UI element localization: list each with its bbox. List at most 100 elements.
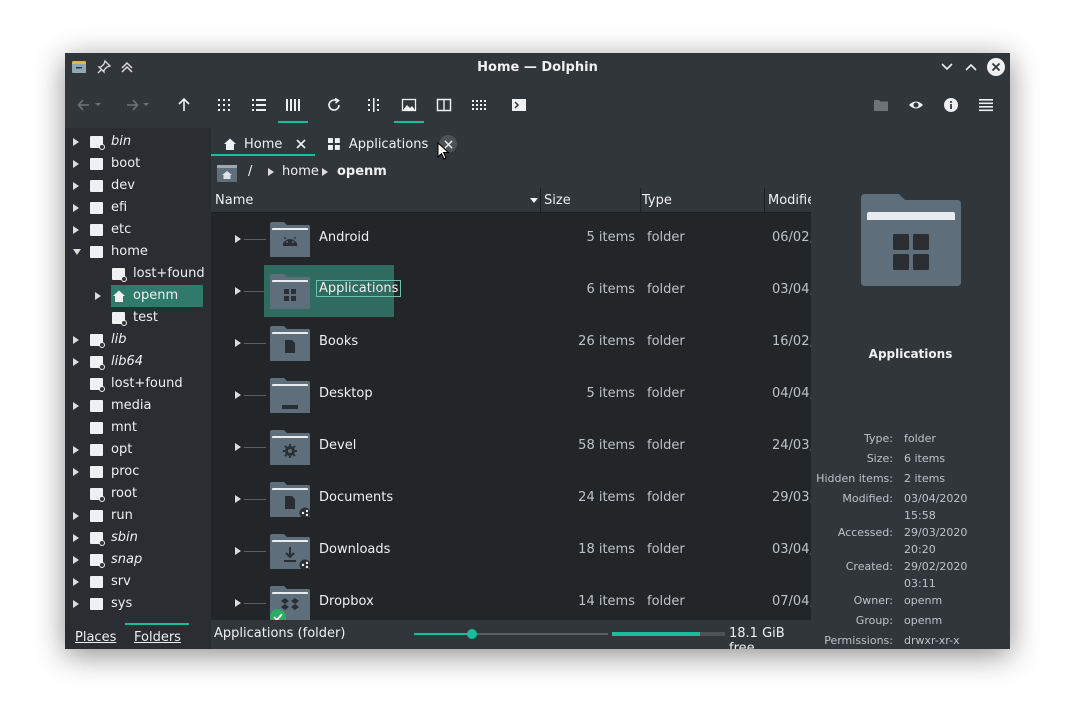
column-separator[interactable]	[640, 188, 641, 212]
folders-tab[interactable]: Folders	[134, 630, 181, 645]
column-type[interactable]: Type	[642, 193, 672, 208]
expand-arrow-icon[interactable]	[73, 226, 79, 234]
sort-descending-icon[interactable]	[530, 198, 538, 203]
columns-button[interactable]	[361, 92, 387, 118]
close-tab-icon[interactable]	[296, 139, 306, 149]
expand-arrow-icon[interactable]	[73, 534, 79, 542]
tree-item-sys[interactable]: sys	[65, 593, 211, 615]
file-type: folder	[647, 490, 685, 505]
expand-arrow-icon[interactable]	[73, 336, 79, 344]
expand-arrow-icon[interactable]	[73, 578, 79, 586]
column-name[interactable]: Name	[215, 193, 253, 208]
expand-arrow-icon[interactable]	[73, 182, 79, 190]
expand-arrow-icon[interactable]	[73, 556, 79, 564]
tree-item-etc[interactable]: etc	[65, 219, 211, 241]
expand-arrow-icon[interactable]	[73, 446, 79, 454]
tree-item-bin[interactable]: bin	[65, 131, 211, 153]
file-row-android[interactable]: Android 5 items folder 06/02,	[211, 213, 811, 265]
preview-button[interactable]	[394, 92, 424, 123]
tree-item-lost-found[interactable]: lost+found	[65, 373, 211, 395]
folder-link-icon	[90, 488, 105, 502]
close-window-icon[interactable]	[986, 57, 1006, 77]
tab-applications[interactable]: Applications	[317, 132, 457, 156]
tree-item-test[interactable]: test	[65, 307, 211, 329]
file-row-desktop[interactable]: Desktop 5 items folder 04/04,	[211, 369, 811, 421]
file-type: folder	[647, 438, 685, 453]
column-separator[interactable]	[540, 188, 541, 212]
expand-arrow-icon[interactable]	[235, 235, 241, 243]
tree-item-opt[interactable]: opt	[65, 439, 211, 461]
tree-item-lib[interactable]: lib	[65, 329, 211, 351]
file-row-devel[interactable]: Devel 58 items folder 24/03,	[211, 421, 811, 473]
zoom-slider[interactable]	[414, 629, 608, 639]
expand-arrow-icon[interactable]	[235, 599, 241, 607]
expand-arrow-icon[interactable]	[235, 443, 241, 451]
tree-item-lost-found[interactable]: lost+found	[65, 263, 211, 285]
tree-item-mnt[interactable]: mnt	[65, 417, 211, 439]
back-button[interactable]	[77, 92, 103, 118]
expand-arrow-icon[interactable]	[73, 600, 79, 608]
tree-item-srv[interactable]: srv	[65, 571, 211, 593]
zoom-slider-handle[interactable]	[467, 629, 477, 639]
terminal-button[interactable]	[506, 92, 532, 118]
forward-button[interactable]	[125, 92, 151, 118]
split-view-button[interactable]	[431, 92, 457, 118]
collapse-arrow-icon[interactable]	[73, 249, 81, 255]
expand-arrow-icon[interactable]	[73, 468, 79, 476]
tree-item-openm[interactable]: openm	[95, 285, 203, 307]
breadcrumb-home[interactable]: home	[282, 164, 319, 179]
tree-item-boot[interactable]: boot	[65, 153, 211, 175]
icons-view-button[interactable]	[211, 92, 237, 118]
file-row-dropbox[interactable]: Dropbox 14 items folder 07/04,	[211, 577, 811, 620]
tree-item-media[interactable]: media	[65, 395, 211, 417]
breadcrumb-separator-icon[interactable]	[322, 168, 328, 176]
tree-item-lib64[interactable]: lib64	[65, 351, 211, 373]
up-button[interactable]	[171, 92, 197, 118]
expand-arrow-icon[interactable]	[235, 391, 241, 399]
show-hidden-button[interactable]	[903, 92, 929, 118]
tree-item-sbin[interactable]: sbin	[65, 527, 211, 549]
expand-arrow-icon[interactable]	[73, 402, 79, 410]
expand-arrow-icon[interactable]	[73, 204, 79, 212]
details-view-button[interactable]	[278, 92, 308, 123]
tree-item-run[interactable]: run	[65, 505, 211, 527]
breadcrumb-root[interactable]: /	[248, 164, 252, 179]
maximize-icon[interactable]	[963, 59, 979, 75]
breadcrumb-separator-icon[interactable]	[268, 168, 274, 176]
expand-arrow-icon[interactable]	[73, 138, 79, 146]
minimize-icon[interactable]	[939, 59, 955, 75]
expand-arrow-icon[interactable]	[73, 512, 79, 520]
reload-button[interactable]	[321, 92, 347, 118]
file-row-books[interactable]: Books 26 items folder 16/02,	[211, 317, 811, 369]
places-tab[interactable]: Places	[75, 630, 116, 645]
tree-item-proc[interactable]: proc	[65, 461, 211, 483]
info-button[interactable]	[938, 92, 964, 118]
column-size[interactable]: Size	[544, 193, 571, 208]
file-modified: 04/04,	[772, 386, 811, 401]
expand-arrow-icon[interactable]	[73, 358, 79, 366]
tree-item-label: sbin	[111, 530, 138, 545]
file-row-documents[interactable]: Documents 24 items folder 29/03,	[211, 473, 811, 525]
breadcrumb-current[interactable]: openm	[337, 164, 387, 179]
expand-arrow-icon[interactable]	[95, 292, 101, 300]
hamburger-menu-button[interactable]	[973, 92, 999, 118]
tree-item-snap[interactable]: snap	[65, 549, 211, 571]
tree-item-dev[interactable]: dev	[65, 175, 211, 197]
tree-item-home[interactable]: home	[65, 241, 211, 263]
expand-arrow-icon[interactable]	[235, 495, 241, 503]
tab-home[interactable]: Home	[211, 132, 315, 156]
home-folder-icon[interactable]	[216, 162, 238, 184]
expand-arrow-icon[interactable]	[235, 287, 241, 295]
new-folder-button[interactable]	[868, 92, 894, 118]
view-options-button[interactable]	[466, 92, 492, 118]
expand-arrow-icon[interactable]	[73, 160, 79, 168]
file-row-applications[interactable]: Applications 6 items folder 03/04,	[211, 265, 811, 317]
file-row-downloads[interactable]: Downloads 18 items folder 03/04,	[211, 525, 811, 577]
column-modified[interactable]: Modifie	[768, 193, 811, 208]
tree-item-efi[interactable]: efi	[65, 197, 211, 219]
tree-item-root[interactable]: root	[65, 483, 211, 505]
expand-arrow-icon[interactable]	[235, 339, 241, 347]
expand-arrow-icon[interactable]	[235, 547, 241, 555]
column-separator[interactable]	[764, 188, 765, 212]
compact-view-button[interactable]	[246, 92, 272, 118]
